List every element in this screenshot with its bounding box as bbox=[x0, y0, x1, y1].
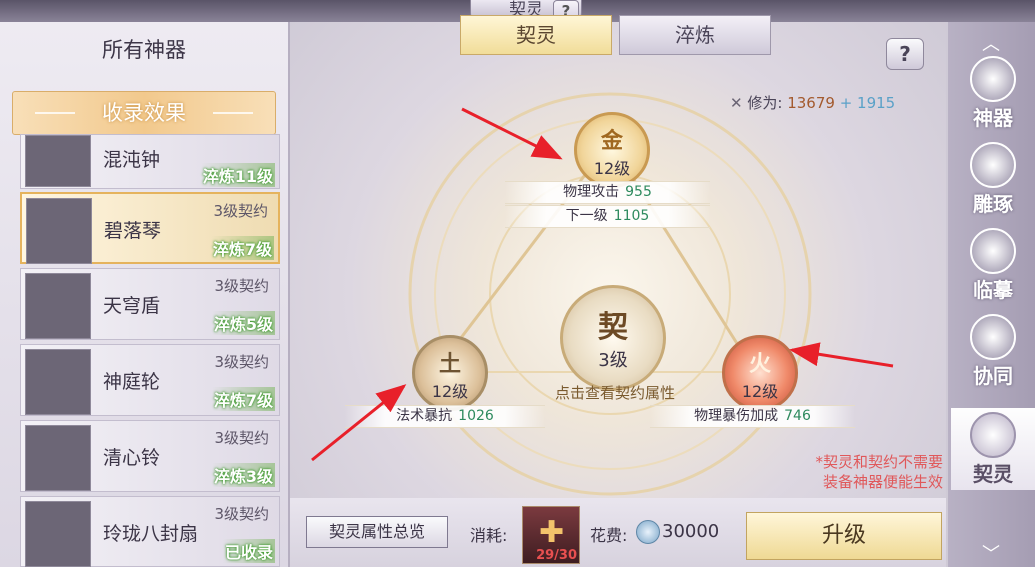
cultivation-label: 修为: bbox=[747, 94, 783, 112]
artifact-thumb-icon bbox=[25, 273, 91, 339]
decor-line-left bbox=[35, 112, 75, 114]
nav-label: 契灵 bbox=[973, 462, 1013, 486]
nav-carve[interactable]: 雕琢 bbox=[951, 138, 1035, 220]
cultivation-value: 13679 bbox=[787, 94, 835, 112]
stat-label: 物理攻击 bbox=[563, 184, 620, 200]
upgrade-button[interactable]: 升级 bbox=[746, 512, 942, 560]
fire-level: 12级 bbox=[741, 382, 779, 401]
fire-glyph: 火 bbox=[748, 352, 771, 377]
list-item[interactable]: 玲珑八封扇 3级契约 已收录 bbox=[20, 496, 280, 567]
artifact-name: 碧落琴 bbox=[104, 220, 162, 242]
artifact-thumb-icon bbox=[25, 501, 91, 567]
cost-count: 29/30 bbox=[536, 548, 577, 563]
cultivation-readout: ✕ 修为: 13679 + 1915 bbox=[730, 92, 895, 113]
list-item[interactable]: 碧落琴 3级契约 淬炼7级 bbox=[20, 192, 280, 264]
artifact-thumb-icon bbox=[26, 198, 92, 264]
artifact-icon bbox=[970, 56, 1016, 102]
earth-glyph: 土 bbox=[438, 352, 461, 377]
list-item[interactable]: 神庭轮 3级契约 淬炼7级 bbox=[20, 344, 280, 416]
note-line: 装备神器便能生效 bbox=[822, 473, 943, 491]
cultivation-bonus: + 1915 bbox=[839, 94, 896, 112]
nav-artifact[interactable]: 神器 bbox=[951, 52, 1035, 134]
artifact-thumb-icon bbox=[25, 135, 91, 187]
nav-synergy[interactable]: 协同 bbox=[951, 310, 1035, 392]
panel-title: 所有神器 bbox=[102, 38, 186, 62]
fee-amount: 30000 bbox=[662, 521, 720, 542]
crossed-swords-icon: ✕ bbox=[730, 94, 743, 112]
artifact-thumb-icon bbox=[25, 349, 91, 415]
pact-level: 3级契约 bbox=[213, 202, 268, 220]
stat-label: 物理暴伤加成 bbox=[694, 408, 779, 424]
metal-node[interactable]: 金 12级 bbox=[574, 112, 650, 188]
artifact-name: 神庭轮 bbox=[103, 371, 161, 393]
refine-level: 淬炼3级 bbox=[211, 463, 275, 487]
earth-stat: 法术暴抗 1026 bbox=[345, 405, 545, 428]
artifact-thumb-icon bbox=[25, 425, 91, 491]
metal-stat: 物理攻击 955 bbox=[505, 181, 710, 204]
pact-level: 3级契约 bbox=[214, 277, 269, 295]
nav-label: 神器 bbox=[973, 106, 1013, 130]
refine-level: 淬炼5级 bbox=[211, 311, 275, 335]
stat-value: 955 bbox=[625, 184, 652, 200]
stat-label: 下一级 bbox=[565, 208, 608, 224]
cost-label: 消耗: bbox=[470, 526, 508, 545]
fire-node[interactable]: 火 12级 bbox=[722, 335, 798, 411]
metal-glyph: 金 bbox=[600, 129, 623, 154]
list-item[interactable]: 清心铃 3级契约 淬炼3级 bbox=[20, 420, 280, 492]
artifact-name: 天穹盾 bbox=[103, 295, 161, 317]
refine-level: 已收录 bbox=[222, 539, 275, 563]
spirit-icon bbox=[970, 412, 1016, 458]
list-item[interactable]: 天穹盾 3级契约 淬炼5级 bbox=[20, 268, 280, 340]
stat-value: 1105 bbox=[613, 208, 650, 224]
pact-glyph: 契 bbox=[598, 310, 628, 345]
effect-note: *契灵和契约不需要 装备神器便能生效 bbox=[783, 452, 943, 492]
pact-level: 3级 bbox=[598, 350, 628, 371]
pact-center-node[interactable]: 契 3级 bbox=[560, 285, 666, 391]
refine-level: 淬炼11级 bbox=[200, 163, 275, 187]
pact-tip[interactable]: 点击查看契约属性 bbox=[520, 382, 710, 403]
copy-icon bbox=[970, 228, 1016, 274]
fee-label: 花费: bbox=[590, 526, 628, 545]
earth-node[interactable]: 土 12级 bbox=[412, 335, 488, 411]
stat-value: 746 bbox=[784, 408, 811, 424]
attribute-overview-button[interactable]: 契灵属性总览 bbox=[306, 516, 448, 548]
nav-label: 协同 bbox=[973, 364, 1013, 388]
cross-item-icon: ✚ bbox=[539, 515, 565, 550]
decor-line-right bbox=[213, 112, 253, 114]
collect-effect-button[interactable]: 收录效果 bbox=[12, 91, 276, 135]
collect-effect-label: 收录效果 bbox=[102, 101, 186, 125]
nav-label: 临摹 bbox=[973, 278, 1013, 302]
fire-stat: 物理暴伤加成 746 bbox=[650, 405, 855, 428]
nav-spirit[interactable]: 契灵 bbox=[951, 408, 1035, 490]
artifact-name: 混沌钟 bbox=[103, 149, 161, 171]
cost-item-slot[interactable]: ✚ 29/30 bbox=[522, 506, 580, 564]
scroll-down-icon[interactable]: ﹀ bbox=[976, 540, 1006, 565]
metal-next-stat: 下一级 1105 bbox=[505, 205, 710, 228]
metal-level: 12级 bbox=[593, 159, 631, 178]
stat-value: 1026 bbox=[458, 408, 494, 424]
artifact-name: 玲珑八封扇 bbox=[103, 523, 199, 545]
help-icon[interactable]: ? bbox=[886, 38, 924, 70]
pact-level: 3级契约 bbox=[214, 353, 269, 371]
nav-label: 雕琢 bbox=[973, 192, 1013, 216]
artifact-name: 清心铃 bbox=[103, 447, 161, 469]
list-item[interactable]: 混沌钟 淬炼11级 bbox=[20, 134, 280, 189]
note-line: *契灵和契约不需要 bbox=[815, 453, 943, 471]
nav-copy[interactable]: 临摹 bbox=[951, 224, 1035, 306]
refine-level: 淬炼7级 bbox=[210, 236, 274, 260]
silver-coin-icon bbox=[636, 520, 660, 544]
pact-level: 3级契约 bbox=[214, 505, 269, 523]
pact-level: 3级契约 bbox=[214, 429, 269, 447]
tab-qiling[interactable]: 契灵 bbox=[460, 15, 612, 55]
refine-level: 淬炼7级 bbox=[211, 387, 275, 411]
tab-cuilian[interactable]: 淬炼 bbox=[619, 15, 771, 55]
stat-label: 法术暴抗 bbox=[396, 408, 453, 424]
earth-level: 12级 bbox=[431, 382, 469, 401]
scroll-up-icon[interactable]: ︿ bbox=[976, 30, 1006, 55]
synergy-icon bbox=[970, 314, 1016, 360]
carve-icon bbox=[970, 142, 1016, 188]
